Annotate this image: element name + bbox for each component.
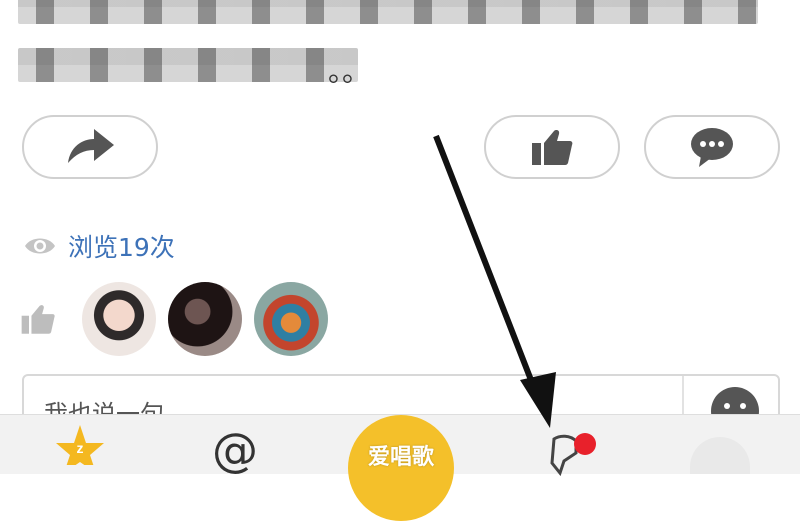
comment-button[interactable] <box>644 115 780 179</box>
svg-text:z: z <box>77 440 84 456</box>
avatar[interactable] <box>168 282 242 356</box>
pixelated-line <box>18 48 358 82</box>
tab-profile[interactable] <box>690 437 750 474</box>
tab-home[interactable]: z <box>30 415 130 474</box>
pixelated-post-text: 。。 <box>18 0 758 90</box>
pixelated-line <box>18 0 758 24</box>
thumbs-up-icon <box>532 130 573 165</box>
eye-icon <box>25 238 55 254</box>
liker-list <box>20 282 340 356</box>
share-button[interactable] <box>22 115 158 179</box>
avatar[interactable] <box>254 282 328 356</box>
speech-bubble-icon <box>691 128 733 167</box>
star-logo-icon: z <box>56 425 104 465</box>
center-watermark-label: 爱唱歌 <box>367 445 434 470</box>
bottom-tab-bar: z @ 爱唱歌 <box>0 414 800 521</box>
like-button[interactable] <box>484 115 620 179</box>
tab-mentions[interactable]: @ <box>185 427 285 486</box>
post-text-tail: 。。 <box>328 55 371 88</box>
view-count: 浏览19次 <box>24 228 175 264</box>
tab-create[interactable]: 爱唱歌 <box>348 415 454 521</box>
notification-badge <box>574 433 596 455</box>
thumbs-up-icon <box>21 305 55 334</box>
avatar[interactable] <box>82 282 156 356</box>
tab-messages[interactable] <box>540 415 610 477</box>
view-count-label: 浏览19次 <box>68 233 175 262</box>
share-arrow-icon <box>68 129 114 163</box>
